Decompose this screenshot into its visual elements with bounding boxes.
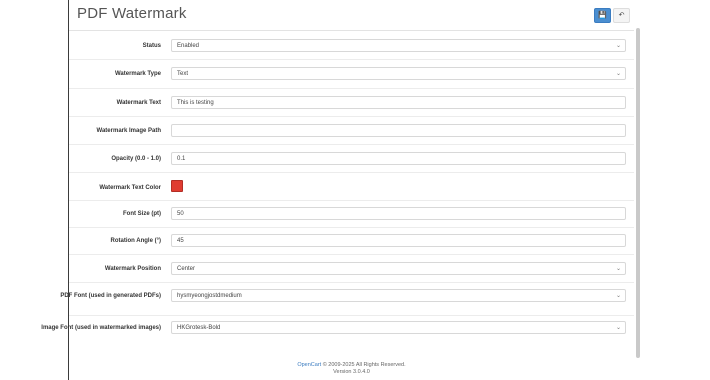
scrollbar[interactable] bbox=[636, 28, 640, 358]
form-row-watermark-text: Watermark Text This is testing bbox=[69, 88, 634, 117]
watermark-type-value: Text bbox=[177, 71, 189, 77]
form-row-watermark-image-path: Watermark Image Path bbox=[69, 116, 634, 145]
form-row-status: Status Enabled ⌄ bbox=[69, 31, 634, 60]
back-button[interactable]: ↶ bbox=[613, 8, 630, 23]
font-size-input[interactable]: 50 bbox=[171, 207, 626, 220]
copyright-text: © 2009-2025 All Rights Reserved. bbox=[321, 362, 406, 368]
text-color-label: Watermark Text Color bbox=[99, 185, 161, 191]
rotation-angle-label: Rotation Angle (°) bbox=[110, 238, 161, 244]
status-value: Enabled bbox=[177, 43, 200, 49]
form-row-watermark-position: Watermark Position Center ⌄ bbox=[69, 254, 634, 283]
pdf-font-value: hysmyeongjostdmedium bbox=[177, 293, 242, 299]
form-row-text-color: Watermark Text Color bbox=[69, 172, 634, 201]
opacity-label: Opacity (0.0 - 1.0) bbox=[111, 156, 161, 162]
watermark-type-select[interactable]: Text ⌄ bbox=[171, 67, 626, 80]
chevron-down-icon: ⌄ bbox=[615, 293, 621, 299]
footer-version: Version 3.0.4.0 bbox=[333, 369, 370, 375]
save-button[interactable]: 💾 bbox=[594, 8, 611, 23]
opacity-input[interactable]: 0.1 bbox=[171, 152, 626, 165]
form-row-opacity: Opacity (0.0 - 1.0) 0.1 bbox=[69, 144, 634, 173]
pdf-font-label: PDF Font (used in generated PDFs) bbox=[60, 293, 161, 299]
watermark-position-value: Center bbox=[177, 266, 196, 272]
save-icon: 💾 bbox=[598, 12, 607, 19]
rotation-angle-input[interactable]: 45 bbox=[171, 234, 626, 247]
image-font-value: HKGrotesk-Bold bbox=[177, 325, 221, 331]
form-row-pdf-font: PDF Font (used in generated PDFs) hysmye… bbox=[60, 282, 634, 316]
page-title: PDF Watermark bbox=[77, 5, 187, 22]
watermark-position-label: Watermark Position bbox=[104, 266, 161, 272]
font-size-label: Font Size (pt) bbox=[123, 211, 161, 217]
watermark-text-label: Watermark Text bbox=[116, 100, 161, 106]
watermark-position-select[interactable]: Center ⌄ bbox=[171, 262, 626, 275]
watermark-image-path-input[interactable] bbox=[171, 124, 626, 137]
form-row-watermark-type: Watermark Type Text ⌄ bbox=[69, 59, 634, 89]
page: PDF Watermark 💾 ↶ Status Enabled ⌄ Water… bbox=[41, 0, 641, 380]
form-row-font-size: Font Size (pt) 50 bbox=[69, 200, 634, 228]
chevron-down-icon: ⌄ bbox=[615, 43, 621, 49]
page-header: PDF Watermark 💾 ↶ bbox=[69, 0, 641, 30]
status-select[interactable]: Enabled ⌄ bbox=[171, 39, 626, 52]
watermark-image-path-label: Watermark Image Path bbox=[96, 128, 161, 134]
status-label: Status bbox=[142, 43, 161, 49]
chevron-down-icon: ⌄ bbox=[615, 325, 621, 331]
watermark-text-input[interactable]: This is testing bbox=[171, 96, 626, 109]
footer-copyright: OpenCart © 2009-2025 All Rights Reserved… bbox=[69, 362, 634, 369]
back-icon: ↶ bbox=[618, 12, 625, 19]
chevron-down-icon: ⌄ bbox=[615, 266, 621, 272]
text-color-swatch[interactable] bbox=[171, 180, 183, 192]
opencart-link[interactable]: OpenCart bbox=[297, 362, 321, 368]
watermark-type-label: Watermark Type bbox=[114, 71, 161, 77]
footer: OpenCart © 2009-2025 All Rights Reserved… bbox=[69, 362, 634, 376]
pdf-font-select[interactable]: hysmyeongjostdmedium ⌄ bbox=[171, 289, 626, 302]
image-font-label: Image Font (used in watermarked images) bbox=[41, 325, 161, 331]
form-row-image-font: Image Font (used in watermarked images) … bbox=[41, 315, 634, 348]
chevron-down-icon: ⌄ bbox=[615, 71, 621, 77]
image-font-select[interactable]: HKGrotesk-Bold ⌄ bbox=[171, 321, 626, 334]
form-row-rotation-angle: Rotation Angle (°) 45 bbox=[69, 227, 634, 255]
